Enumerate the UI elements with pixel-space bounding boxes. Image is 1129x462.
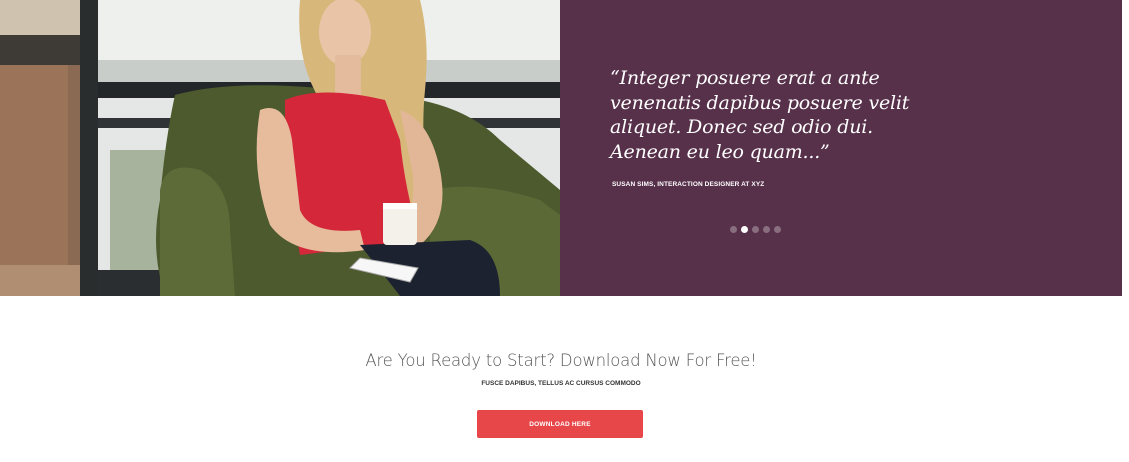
slider-dot-5[interactable]: [774, 226, 781, 233]
slider-dot-1[interactable]: [730, 226, 737, 233]
testimonial-quote: “Integer posuere erat a ante venenatis d…: [610, 67, 910, 163]
slider-dot-4[interactable]: [763, 226, 770, 233]
slider-pagination: [730, 226, 781, 233]
woman-in-armchair-photo: [0, 0, 560, 296]
testimonial-quote-panel: “Integer posuere erat a ante venenatis d…: [560, 0, 1122, 296]
cta-subtitle: FUSCE DAPIBUS, TELLUS AC CURSUS COMMODO: [481, 380, 641, 387]
download-button[interactable]: DOWNLOAD HERE: [477, 410, 643, 438]
download-button-label: DOWNLOAD HERE: [529, 420, 591, 428]
testimonial-photo: [0, 0, 560, 296]
slider-dot-3[interactable]: [752, 226, 759, 233]
testimonial-author: SUSAN SIMS, INTERACTION DESIGNER AT XYZ: [612, 181, 765, 188]
slider-dot-2[interactable]: [741, 226, 748, 233]
cta-title: Are You Ready to Start? Download Now For…: [365, 351, 757, 370]
testimonial-section: “Integer posuere erat a ante venenatis d…: [0, 0, 1122, 296]
